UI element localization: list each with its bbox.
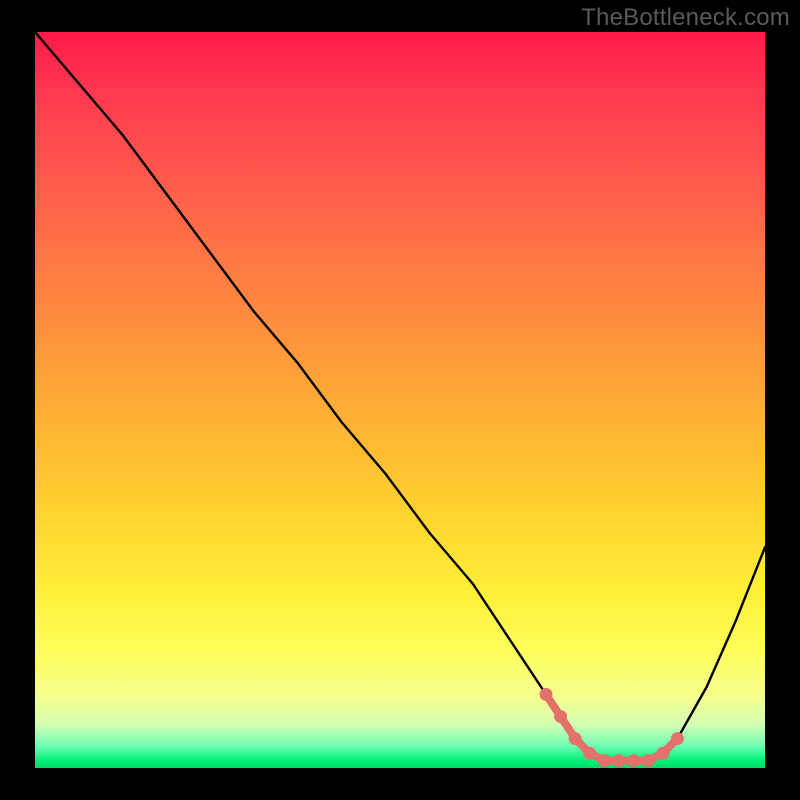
optimal-marker-dot (671, 732, 684, 745)
optimal-zone-markers (540, 688, 684, 767)
optimal-marker-dot (642, 754, 655, 767)
watermark-text: TheBottleneck.com (581, 4, 790, 32)
plot-area (35, 32, 765, 768)
optimal-marker-dot (569, 732, 582, 745)
optimal-marker-dot (554, 710, 567, 723)
optimal-marker-dot (613, 754, 626, 767)
optimal-marker-dot (540, 688, 553, 701)
optimal-marker-dot (656, 747, 669, 760)
chart-svg (35, 32, 765, 768)
chart-frame: TheBottleneck.com (0, 0, 800, 800)
optimal-marker-dot (627, 754, 640, 767)
optimal-marker-dot (598, 754, 611, 767)
optimal-marker-dot (583, 747, 596, 760)
bottleneck-curve (35, 32, 765, 761)
